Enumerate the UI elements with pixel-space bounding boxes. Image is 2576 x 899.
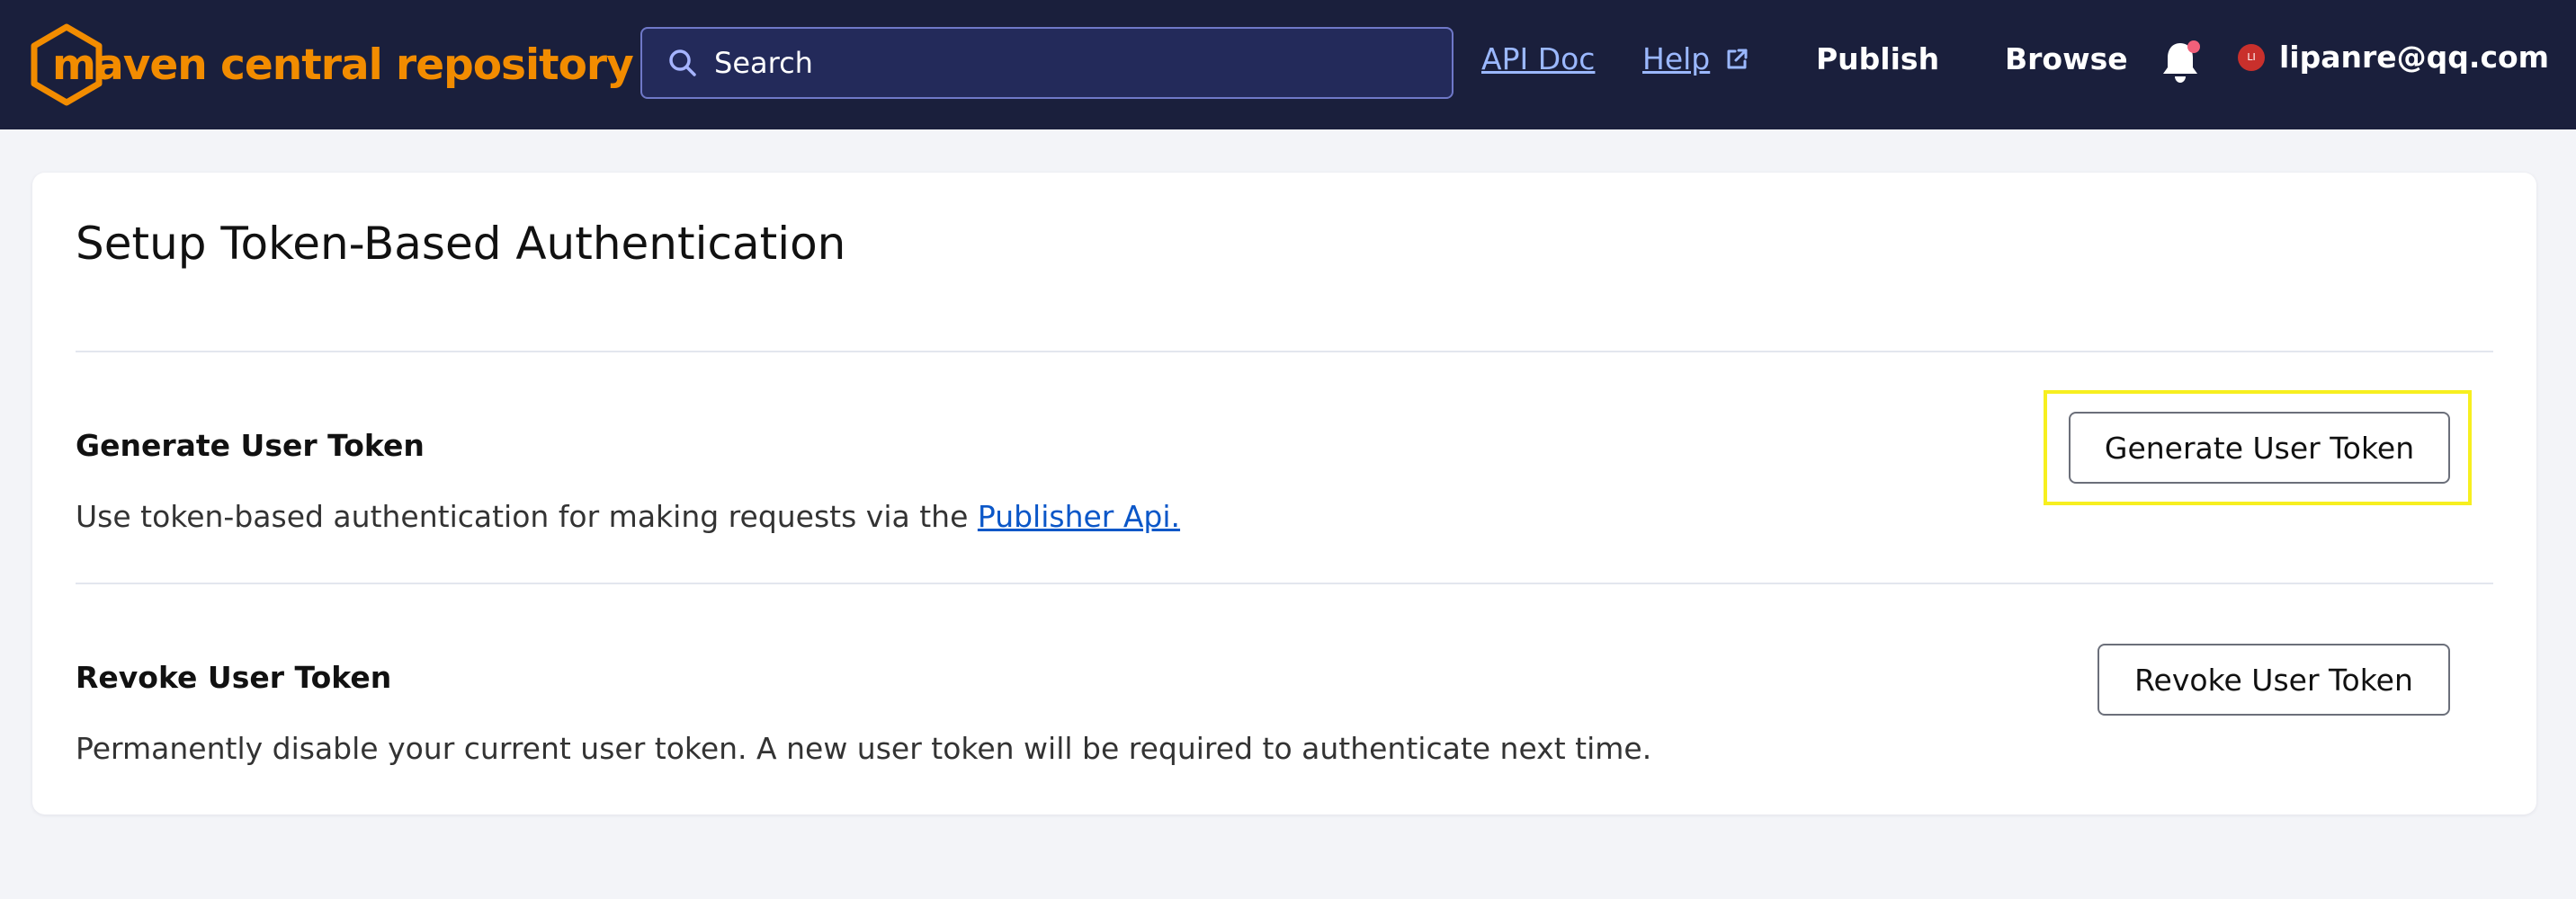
search-placeholder: Search bbox=[714, 46, 813, 80]
search-input[interactable]: Search bbox=[640, 27, 1453, 99]
browse-link[interactable]: Browse bbox=[2005, 41, 2128, 76]
publisher-api-link[interactable]: Publisher Api. bbox=[978, 499, 1180, 534]
generate-token-title: Generate User Token bbox=[76, 428, 425, 463]
revoke-token-description: Permanently disable your current user to… bbox=[76, 731, 1652, 766]
page-title: Setup Token-Based Authentication bbox=[76, 218, 846, 270]
search-icon bbox=[667, 48, 698, 78]
help-link-label: Help bbox=[1642, 41, 1711, 76]
generate-token-description-text: Use token-based authentication for makin… bbox=[76, 499, 969, 534]
api-doc-link[interactable]: API Doc bbox=[1481, 41, 1595, 76]
avatar: LI bbox=[2238, 43, 2265, 71]
bell-icon[interactable] bbox=[2155, 38, 2205, 92]
maven-central-logo[interactable]: maven central repository bbox=[29, 23, 634, 106]
divider bbox=[76, 351, 2493, 352]
revoke-user-token-button[interactable]: Revoke User Token bbox=[2097, 644, 2450, 716]
user-email: lipanre@qq.com bbox=[2279, 40, 2550, 75]
help-link[interactable]: Help bbox=[1642, 41, 1749, 76]
revoke-token-title: Revoke User Token bbox=[76, 660, 392, 695]
token-auth-card: Setup Token-Based Authentication Generat… bbox=[32, 173, 2536, 814]
user-menu[interactable]: LI lipanre@qq.com bbox=[2238, 40, 2549, 75]
top-navigation-bar: maven central repository Search API Doc … bbox=[0, 0, 2576, 129]
generate-token-description: Use token-based authentication for makin… bbox=[76, 499, 1180, 534]
logo-text: maven central repository bbox=[52, 40, 634, 90]
publish-link[interactable]: Publish bbox=[1816, 41, 1939, 76]
generate-user-token-button[interactable]: Generate User Token bbox=[2069, 412, 2450, 484]
external-link-icon bbox=[1724, 47, 1749, 72]
divider bbox=[76, 583, 2493, 584]
